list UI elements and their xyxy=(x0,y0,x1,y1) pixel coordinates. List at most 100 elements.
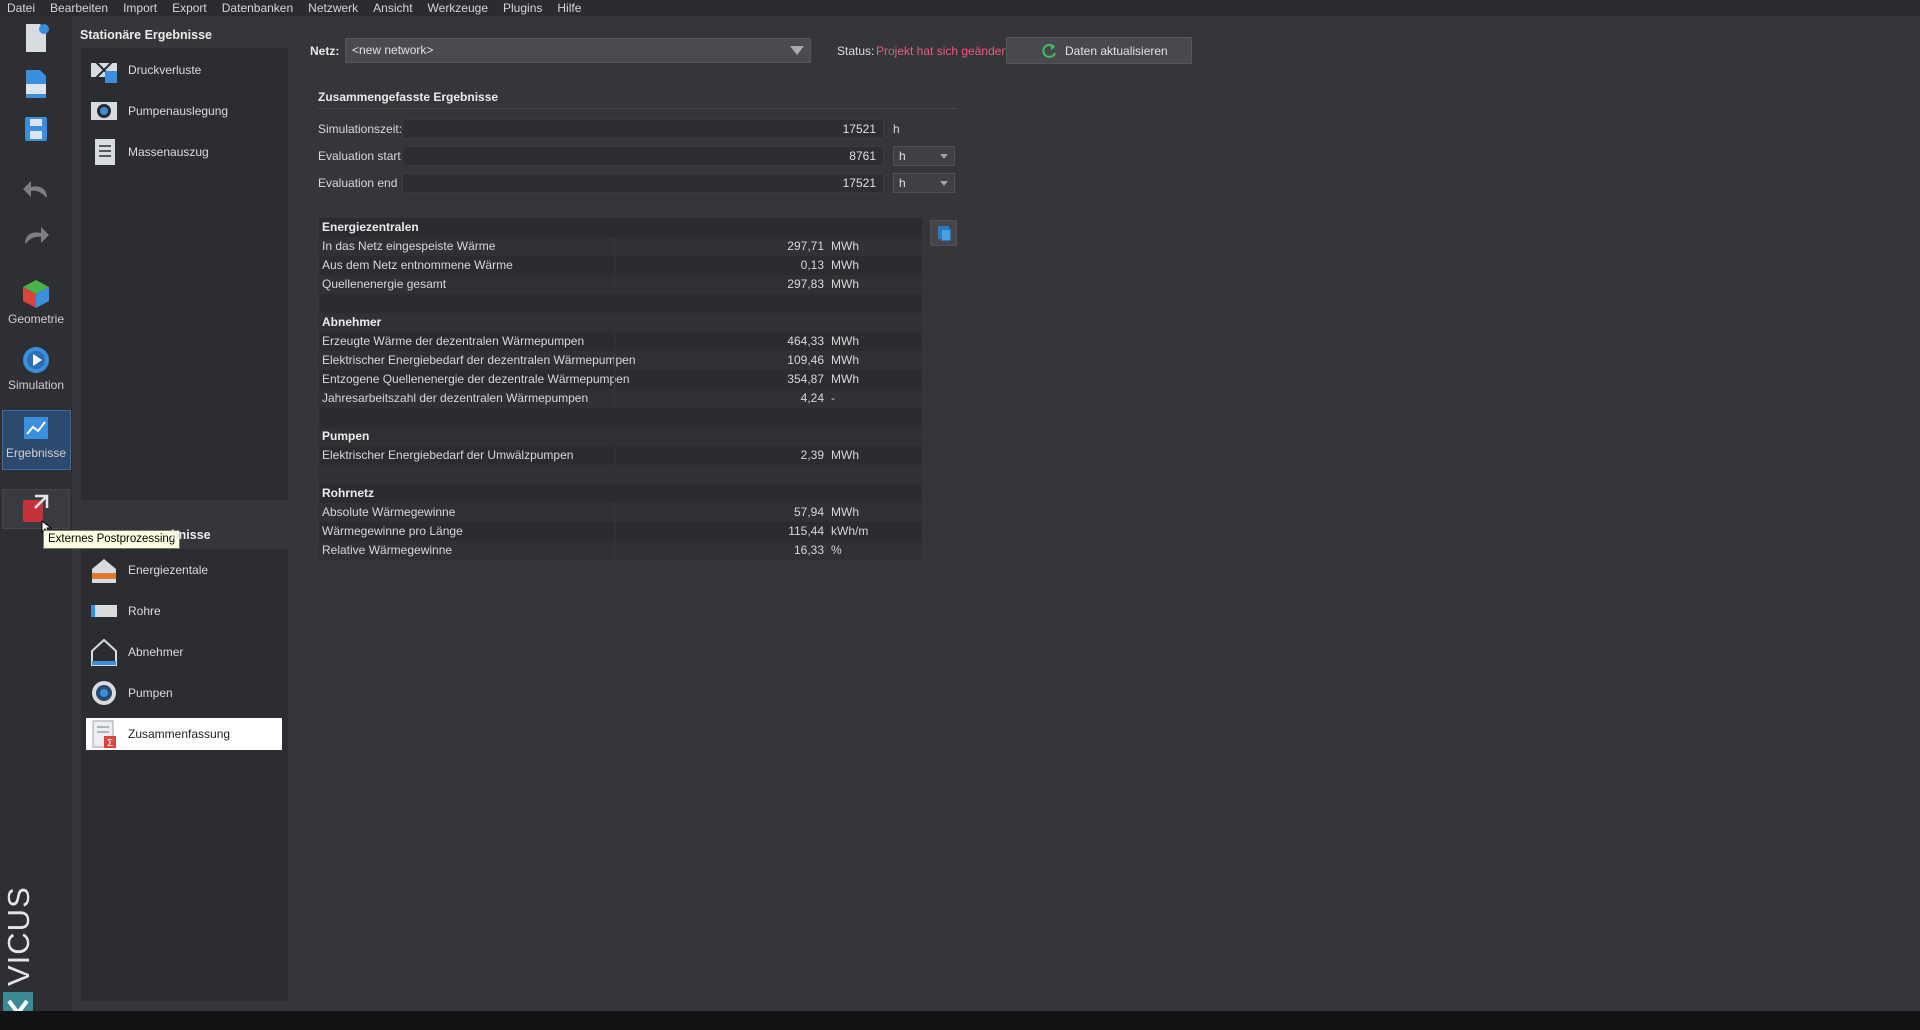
evaluation-start-field[interactable]: 8761 xyxy=(402,146,884,166)
open-project-button[interactable] xyxy=(0,68,72,100)
results-chart-icon xyxy=(24,417,48,439)
table-row: Relative Wärmegewinne 16,33 % xyxy=(319,541,922,560)
row-value: 115,44 xyxy=(788,524,824,538)
simulation-time-row: Simulationszeit: 17521 h xyxy=(318,119,958,139)
redo-icon xyxy=(25,227,49,244)
results-button[interactable]: Ergebnisse xyxy=(0,414,72,460)
dynamic-results-title: bnisse xyxy=(80,528,211,542)
energy-center-icon xyxy=(89,555,119,585)
menu-netzwerk[interactable]: Netzwerk xyxy=(308,0,358,16)
section-header-abnehmer: Abnehmer xyxy=(322,315,382,329)
menu-werkzeuge[interactable]: Werkzeuge xyxy=(428,0,488,16)
table-section-header: Pumpen xyxy=(319,427,922,446)
nav-pumpenauslegung-label: Pumpenauslegung xyxy=(128,104,229,118)
svg-text:VICUS: VICUS xyxy=(4,886,34,986)
row-unit: MWh xyxy=(831,448,859,462)
table-row: Absolute Wärmegewinne 57,94 MWh xyxy=(319,503,922,522)
undo-button[interactable] xyxy=(0,176,72,204)
external-postprocessing-button[interactable] xyxy=(2,489,70,534)
menu-hilfe[interactable]: Hilfe xyxy=(557,0,581,16)
nav-pumpen-label: Pumpen xyxy=(128,686,173,700)
simulation-button[interactable]: Simulation xyxy=(0,344,72,392)
consumer-house-icon xyxy=(89,637,119,667)
menu-export[interactable]: Export xyxy=(172,0,207,16)
nav-energiezentale-label: Energiezentale xyxy=(128,563,209,577)
save-icon xyxy=(25,117,47,141)
row-unit: - xyxy=(831,391,835,405)
refresh-icon xyxy=(1042,43,1056,58)
dynamic-results-panel: Energiezentale Rohre Abnehmer Pumpen Σ Z… xyxy=(81,549,288,1001)
status-value: Projekt hat sich geändert xyxy=(876,44,1009,58)
row-unit: MWh xyxy=(831,353,859,367)
table-row: In das Netz eingespeiste Wärme 297,71 MW… xyxy=(319,237,922,256)
geometry-button[interactable]: Geometrie xyxy=(0,278,72,326)
menu-import[interactable]: Import xyxy=(123,0,157,16)
row-value: 2,39 xyxy=(800,448,824,462)
table-spacer-row xyxy=(319,294,922,313)
simulation-label: Simulation xyxy=(7,378,65,392)
chevron-down-icon xyxy=(790,46,804,55)
copy-to-clipboard-button[interactable] xyxy=(930,220,957,246)
row-value: 57,94 xyxy=(793,505,824,519)
results-label: Ergebnisse xyxy=(5,446,67,460)
save-project-button[interactable] xyxy=(0,114,72,146)
evaluation-start-label: Evaluation start xyxy=(318,149,401,163)
refresh-data-label: Daten aktualisieren xyxy=(1065,43,1168,58)
simulation-time-unit: h xyxy=(893,122,900,136)
nav-massenauszug-label: Massenauszug xyxy=(128,145,209,159)
pressure-loss-icon xyxy=(89,55,119,85)
geometry-label: Geometrie xyxy=(7,312,65,326)
evaluation-end-label: Evaluation end xyxy=(318,176,398,190)
table-row: Jahresarbeitszahl der dezentralen Wärmep… xyxy=(319,389,922,408)
nav-zusammenfassung[interactable]: Σ Zusammenfassung xyxy=(86,718,282,750)
bill-of-quantities-icon xyxy=(89,137,119,167)
evaluation-start-row: Evaluation start 8761 h xyxy=(318,146,958,166)
table-row: Entzogene Quellenenergie der dezentrale … xyxy=(319,370,922,389)
simulation-gear-icon xyxy=(23,347,49,373)
nav-pumpenauslegung[interactable]: Pumpenauslegung xyxy=(86,95,282,127)
nav-abnehmer-label: Abnehmer xyxy=(128,645,184,659)
undo-icon xyxy=(23,181,47,198)
table-row: Elektrischer Energiebedarf der Umwälzpum… xyxy=(319,446,922,465)
table-row: Aus dem Netz entnommene Wärme 0,13 MWh xyxy=(319,256,922,275)
table-row: Elektrischer Energiebedarf der dezentral… xyxy=(319,351,922,370)
network-select[interactable]: <new network> xyxy=(345,38,811,63)
evaluation-start-unit: h xyxy=(899,149,906,163)
evaluation-end-unit-select[interactable]: h xyxy=(893,173,955,193)
menu-datenbanken[interactable]: Datenbanken xyxy=(222,0,293,16)
evaluation-end-unit: h xyxy=(899,176,906,190)
evaluation-start-unit-select[interactable]: h xyxy=(893,146,955,166)
nav-druckverluste[interactable]: Druckverluste xyxy=(86,54,282,86)
pump-icon xyxy=(89,678,119,708)
open-file-icon xyxy=(26,70,46,98)
menu-ansicht[interactable]: Ansicht xyxy=(373,0,412,16)
summary-title: Zusammengefasste Ergebnisse xyxy=(318,90,499,104)
svg-text:Σ: Σ xyxy=(107,738,113,749)
new-project-button[interactable] xyxy=(0,22,72,54)
menu-bearbeiten[interactable]: Bearbeiten xyxy=(50,0,108,16)
nav-rohre-label: Rohre xyxy=(128,604,161,618)
nav-energiezentale[interactable]: Energiezentale xyxy=(86,554,282,586)
simulation-time-field[interactable]: 17521 xyxy=(402,119,884,139)
section-header-energiezentralen: Energiezentralen xyxy=(322,220,419,234)
summary-results-table: Energiezentralen In das Netz eingespeist… xyxy=(319,218,922,560)
nav-rohre[interactable]: Rohre xyxy=(86,595,282,627)
menu-plugins[interactable]: Plugins xyxy=(503,0,542,16)
menu-datei[interactable]: Datei xyxy=(7,0,35,16)
main-toolbar: Geometrie Simulation Ergebnisse VICUS xyxy=(0,16,72,1022)
nav-abnehmer[interactable]: Abnehmer xyxy=(86,636,282,668)
evaluation-end-row: Evaluation end 17521 h xyxy=(318,173,958,193)
row-unit: MWh xyxy=(831,277,859,291)
summary-icon: Σ xyxy=(89,719,119,749)
table-row: Wärmegewinne pro Länge 115,44 kWh/m xyxy=(319,522,922,541)
row-unit: MWh xyxy=(831,505,859,519)
evaluation-end-field[interactable]: 17521 xyxy=(402,173,884,193)
nav-massenauszug[interactable]: Massenauszug xyxy=(86,136,282,168)
refresh-data-button[interactable]: Daten aktualisieren xyxy=(1006,37,1192,64)
redo-button[interactable] xyxy=(0,222,72,250)
simulation-time-label: Simulationszeit: xyxy=(318,122,403,136)
summary-divider xyxy=(318,108,958,109)
nav-pumpen[interactable]: Pumpen xyxy=(86,677,282,709)
bottom-status-strip xyxy=(0,1011,1920,1030)
row-value: 109,46 xyxy=(787,353,824,367)
